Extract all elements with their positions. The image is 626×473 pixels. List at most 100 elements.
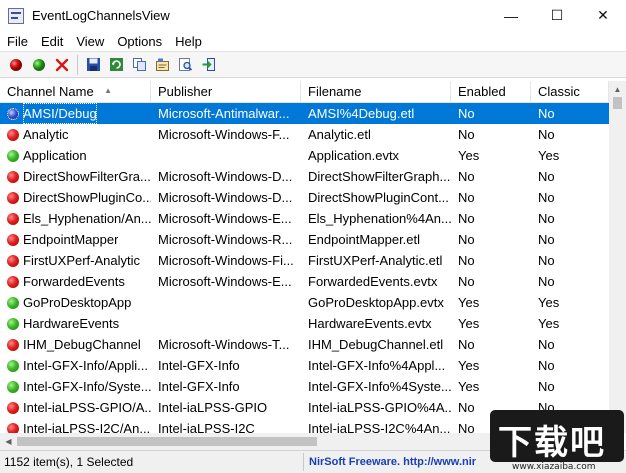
cell-publisher: Microsoft-Windows-Fi... <box>158 253 294 268</box>
menu-options[interactable]: Options <box>110 34 168 49</box>
cell-publisher: Microsoft-Antimalwar... <box>158 106 290 121</box>
copy-button[interactable] <box>128 53 151 76</box>
maximize-button[interactable]: ☐ <box>534 0 580 31</box>
channel-name-text: Intel-GFX-Info/Appli... <box>23 358 148 373</box>
table-row[interactable]: Application Application.evtx Yes Yes <box>0 145 609 166</box>
cell-enabled: No <box>458 232 475 247</box>
column-header-filename[interactable]: Filename <box>301 81 451 103</box>
find-button[interactable] <box>174 53 197 76</box>
enabled-status-icon <box>7 359 19 372</box>
menu-view[interactable]: View <box>69 34 110 49</box>
table-row[interactable]: IHM_DebugChannel Microsoft-Windows-T... IH… <box>0 334 609 355</box>
cell-publisher: Microsoft-Windows-R... <box>158 232 293 247</box>
cell-classic: No <box>538 106 555 121</box>
vertical-scroll-thumb[interactable] <box>613 97 622 109</box>
disabled-status-icon <box>7 275 19 288</box>
cell-channel-name: ForwardedEvents <box>0 271 151 292</box>
cell-channel-name: AMSI/Debug <box>0 103 151 124</box>
minimize-button[interactable]: — <box>488 0 534 31</box>
disabled-status-icon <box>7 422 19 433</box>
cell-channel-name: FirstUXPerf-Analytic <box>0 250 151 271</box>
table-row[interactable]: FirstUXPerf-Analytic Microsoft-Windows-Fi… <box>0 250 609 271</box>
cell-enabled: Yes <box>458 316 480 331</box>
channel-name-text: IHM_DebugChannel <box>23 337 141 352</box>
scroll-left-arrow-icon[interactable]: ◀ <box>0 433 17 450</box>
save-button[interactable] <box>82 53 105 76</box>
horizontal-scroll-thumb[interactable] <box>17 437 317 446</box>
cell-enabled: No <box>458 106 475 121</box>
cell-classic: No <box>538 127 555 142</box>
column-header-channel-name[interactable]: Channel Name ▲ <box>0 81 151 103</box>
cell-classic: No <box>538 190 555 205</box>
cell-publisher: Intel-iaLPSS-I2C <box>158 421 255 433</box>
table-row[interactable]: GoProDesktopApp GoProDesktopApp.evtx Yes Ye… <box>0 292 609 313</box>
cell-publisher: Microsoft-Windows-F... <box>158 127 290 142</box>
table-row[interactable]: DirectShowPluginCo... Microsoft-Windows-D… <box>0 187 609 208</box>
table-row[interactable]: AMSI/Debug Microsoft-Antimalwar... AMSI%4D… <box>0 103 609 124</box>
clear-icon <box>55 58 68 71</box>
cell-classic: Yes <box>538 316 560 331</box>
channel-name-text: HardwareEvents <box>23 316 120 331</box>
table-row[interactable]: Analytic Microsoft-Windows-F... Analytic.e… <box>0 124 609 145</box>
save-icon <box>87 58 100 71</box>
channel-name-text: Analytic <box>23 127 69 142</box>
cell-filename: AMSI%4Debug.etl <box>308 106 415 121</box>
cell-enabled: No <box>458 190 475 205</box>
column-header-enabled[interactable]: Enabled <box>451 81 531 103</box>
refresh-icon <box>110 58 123 71</box>
channel-name-text: DirectShowPluginCo... <box>23 190 151 205</box>
exit-button[interactable] <box>197 53 220 76</box>
cell-enabled: Yes <box>458 358 480 373</box>
cell-channel-name: Analytic <box>0 124 151 145</box>
cell-enabled: Yes <box>458 295 480 310</box>
table-row[interactable]: HardwareEvents HardwareEvents.evtx Yes Yes <box>0 313 609 334</box>
nirsoft-link[interactable]: NirSoft Freeware. http://www.nir <box>304 456 494 468</box>
title-bar: EventLogChannelsView — ☐ ✕ <box>0 0 626 31</box>
cell-channel-name: Application <box>0 145 151 166</box>
clear-log-button[interactable] <box>50 53 73 76</box>
channel-list[interactable]: Channel Name ▲ Publisher Filename Enable… <box>0 81 609 433</box>
close-button[interactable]: ✕ <box>580 0 626 31</box>
cell-filename: Intel-iaLPSS-GPIO%4A... <box>308 400 451 415</box>
cell-classic: No <box>538 337 555 352</box>
cell-enabled: No <box>458 211 475 226</box>
table-row[interactable]: Intel-GFX-Info/Syste... Intel-GFX-Info Int… <box>0 376 609 397</box>
menu-file[interactable]: File <box>0 34 34 49</box>
table-row[interactable]: Intel-GFX-Info/Appli... Intel-GFX-Info Int… <box>0 355 609 376</box>
table-row[interactable]: EndpointMapper Microsoft-Windows-R... Endp… <box>0 229 609 250</box>
cell-filename: Intel-GFX-Info%4Appl... <box>308 358 446 373</box>
app-icon <box>8 7 24 24</box>
refresh-button[interactable] <box>105 53 128 76</box>
disable-channel-button[interactable] <box>27 53 50 76</box>
vertical-scrollbar[interactable]: ▲ ▼ <box>609 81 626 433</box>
cell-publisher: Intel-iaLPSS-GPIO <box>158 400 268 415</box>
cell-channel-name: Els_Hyphenation/An... <box>0 208 151 229</box>
enabled-status-icon <box>7 149 19 162</box>
channel-name-text: Application <box>23 148 87 163</box>
channel-name-text: GoProDesktopApp <box>23 295 132 310</box>
cell-classic: No <box>538 358 555 373</box>
disabled-status-icon <box>7 191 19 204</box>
status-item-count: 1152 item(s), 1 Selected <box>0 453 304 471</box>
properties-button[interactable] <box>151 53 174 76</box>
column-header-publisher[interactable]: Publisher <box>151 81 301 103</box>
cell-enabled: No <box>458 127 475 142</box>
table-row[interactable]: ForwardedEvents Microsoft-Windows-E... For… <box>0 271 609 292</box>
column-header-classic[interactable]: Classic <box>531 81 609 103</box>
enable-channel-button[interactable] <box>4 53 27 76</box>
selected-status-icon <box>7 107 19 120</box>
cell-channel-name: EndpointMapper <box>0 229 151 250</box>
cell-publisher: Microsoft-Windows-D... <box>158 169 293 184</box>
watermark-logo: 下载吧 <box>490 410 624 463</box>
enabled-status-icon <box>7 317 19 330</box>
cell-channel-name: GoProDesktopApp <box>0 292 151 313</box>
scroll-up-arrow-icon[interactable]: ▲ <box>609 81 626 97</box>
cell-publisher: Intel-GFX-Info <box>158 358 240 373</box>
cell-classic: Yes <box>538 295 560 310</box>
cell-filename: Application.evtx <box>308 148 400 163</box>
table-row[interactable]: Els_Hyphenation/An... Microsoft-Windows-E… <box>0 208 609 229</box>
menu-help[interactable]: Help <box>168 34 208 49</box>
menu-edit[interactable]: Edit <box>34 34 69 49</box>
cell-filename: GoProDesktopApp.evtx <box>308 295 444 310</box>
table-row[interactable]: DirectShowFilterGra... Microsoft-Windows-… <box>0 166 609 187</box>
